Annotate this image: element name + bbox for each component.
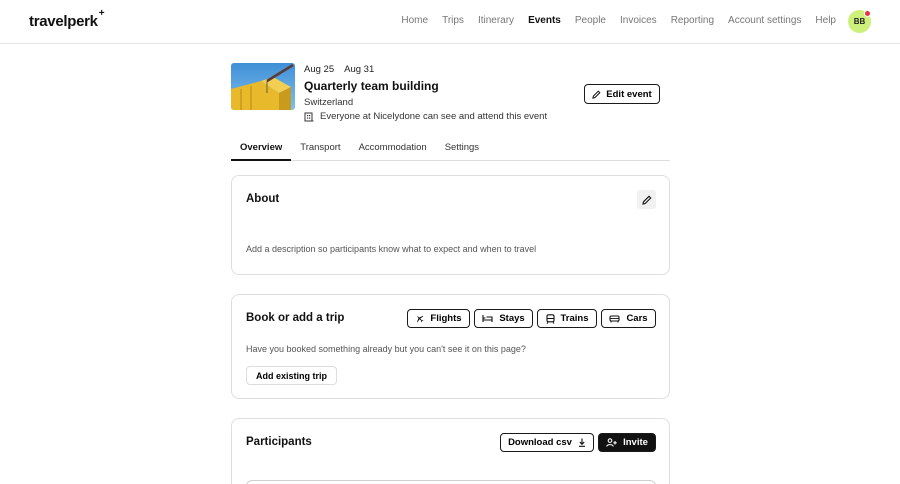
nav-home[interactable]: Home xyxy=(401,15,428,26)
add-existing-trip-button[interactable]: Add existing trip xyxy=(246,366,338,385)
event-start-date: Aug 25 xyxy=(304,64,335,75)
event-image xyxy=(231,63,295,110)
nav-reporting[interactable]: Reporting xyxy=(671,15,714,26)
travelperk-logo[interactable]: travelperk+ xyxy=(29,8,105,30)
car-icon xyxy=(609,315,620,323)
download-csv-label: Download csv xyxy=(508,437,572,448)
about-card: About Add a description so participants … xyxy=(231,175,670,275)
cars-label: Cars xyxy=(626,313,648,324)
download-icon xyxy=(578,438,585,447)
notification-dot xyxy=(864,10,871,17)
stays-button[interactable]: Stays xyxy=(474,309,533,328)
participants-title: Participants xyxy=(246,436,312,448)
event-dates: Aug 25 Aug 31 xyxy=(304,64,374,75)
visibility-text: Everyone at Nicelydone can see and atten… xyxy=(320,111,548,122)
download-csv-button[interactable]: Download csv xyxy=(500,433,594,452)
trains-button[interactable]: Trains xyxy=(537,309,597,328)
edit-about-button[interactable] xyxy=(637,190,656,209)
event-title: Quarterly team building xyxy=(304,79,439,93)
nav-itinerary[interactable]: Itinerary xyxy=(478,15,514,26)
flights-label: Flights xyxy=(430,313,462,324)
book-hint: Have you booked something already but yo… xyxy=(246,344,526,354)
pencil-icon xyxy=(641,195,651,205)
event-location: Switzerland xyxy=(304,97,354,108)
nav-invoices[interactable]: Invoices xyxy=(620,15,657,26)
top-navigation: travelperk+ Home Trips Itinerary Events … xyxy=(0,0,900,44)
invite-button[interactable]: Invite xyxy=(598,433,656,452)
about-placeholder: Add a description so participants know w… xyxy=(246,244,537,254)
event-tabs: Overview Transport Accommodation Setting… xyxy=(231,138,670,161)
nav-trips[interactable]: Trips xyxy=(442,15,464,26)
edit-event-label: Edit event xyxy=(606,88,652,100)
participants-card: Participants Download csv Invite xyxy=(231,418,670,484)
tab-settings[interactable]: Settings xyxy=(436,138,488,161)
tab-transport[interactable]: Transport xyxy=(291,138,349,161)
nav-events[interactable]: Events xyxy=(528,15,561,26)
pencil-icon xyxy=(592,89,601,99)
book-trip-card: Book or add a trip Flights Stays Trains … xyxy=(231,294,670,399)
train-icon xyxy=(545,313,555,324)
invite-label: Invite xyxy=(623,437,648,448)
nav-help[interactable]: Help xyxy=(815,15,836,26)
tab-overview[interactable]: Overview xyxy=(231,138,292,161)
event-end-date: Aug 31 xyxy=(344,64,375,75)
about-title: About xyxy=(246,193,280,205)
building-icon xyxy=(304,112,314,121)
trains-label: Trains xyxy=(560,313,589,324)
book-title: Book or add a trip xyxy=(246,312,345,324)
plane-icon xyxy=(417,315,424,323)
nav-people[interactable]: People xyxy=(575,15,606,26)
add-user-icon xyxy=(606,438,617,447)
tab-accommodation[interactable]: Accommodation xyxy=(350,138,436,161)
stays-label: Stays xyxy=(499,313,525,324)
event-visibility: Everyone at Nicelydone can see and atten… xyxy=(304,111,547,122)
participants-search-input[interactable] xyxy=(246,480,656,484)
nav-account-settings[interactable]: Account settings xyxy=(728,15,801,26)
edit-event-button[interactable]: Edit event xyxy=(584,84,660,104)
bed-icon xyxy=(482,315,493,322)
cars-button[interactable]: Cars xyxy=(601,309,656,328)
main-nav: Home Trips Itinerary Events People Invoi… xyxy=(401,15,836,26)
flights-button[interactable]: Flights xyxy=(407,309,470,328)
